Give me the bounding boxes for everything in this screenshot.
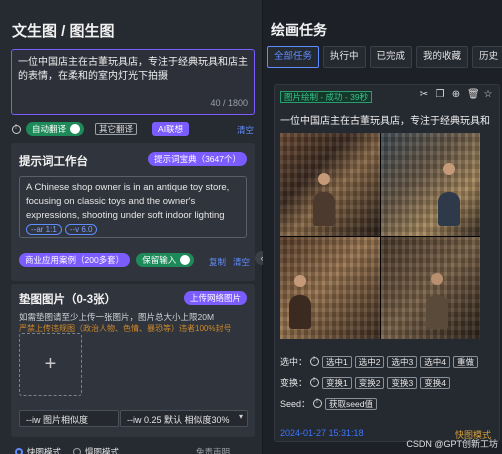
commercial-cases-button[interactable]: 商业应用案例（200多套）	[19, 253, 131, 267]
seed-label: Seed：	[280, 399, 311, 409]
seed-row: Seed： 获取seed值	[280, 397, 377, 410]
vary-row: 变换： 变换1 变换2 变换3 变换4	[280, 376, 450, 389]
watermark: CSDN @GPT创新工坊	[406, 439, 498, 449]
prompt-dictionary-button[interactable]: 提示词宝典（3647个）	[148, 152, 247, 166]
workbench-title: 提示词工作台	[19, 156, 88, 168]
copy-icon[interactable]: ❐	[435, 90, 445, 100]
keep-input-label: 保留输入	[142, 255, 177, 265]
prompt-options-row: 自动翻译 其它翻译 AI联想	[12, 122, 190, 136]
reference-image-card: 垫图图片（0-3张） 上传网络图片 如需垫图请至少上传一张图片，图片总大小上限2…	[11, 284, 255, 437]
task-timestamp: 2024-01-27 15:31:18	[280, 428, 364, 438]
tab-history[interactable]: 历史	[472, 46, 502, 68]
other-translate-button[interactable]: 其它翻译	[95, 123, 138, 135]
keep-input-toggle[interactable]: 保留输入	[136, 253, 195, 267]
auto-translate-label: 自动翻译	[32, 124, 67, 134]
right-panel: 绘画任务 全部任务 执行中 已完成 我的收藏 历史 图片绘制 - 成功 - 39…	[263, 0, 502, 454]
generated-image-grid[interactable]	[280, 133, 480, 339]
tab-completed[interactable]: 已完成	[369, 46, 413, 68]
vary-4-button[interactable]: 变换4	[420, 376, 450, 389]
toggle-knob	[70, 124, 81, 134]
page-title: 文生图 / 图生图	[12, 23, 115, 40]
translated-prompt-text: A Chinese shop owner is in an antique to…	[26, 182, 230, 221]
param-chip-ar[interactable]: --ar 1:1	[26, 224, 62, 235]
fast-mode-label: 快图模式	[27, 447, 62, 454]
select-4-button[interactable]: 选中4	[420, 355, 450, 368]
tab-favorites[interactable]: 我的收藏	[416, 46, 469, 68]
translated-prompt-box[interactable]: A Chinese shop owner is in an antique to…	[19, 176, 247, 238]
clear-prompt-link[interactable]: 清空	[237, 124, 254, 136]
radio-slow-icon[interactable]	[73, 448, 82, 454]
vary-label: 变换：	[280, 378, 308, 388]
scissors-icon[interactable]: ✂	[419, 90, 429, 100]
select-label: 选中：	[280, 357, 308, 367]
iw-value: --iw 0.25 默认 相似度30%	[127, 415, 230, 425]
copy-link[interactable]: 复制	[209, 256, 226, 268]
select-2-button[interactable]: 选中2	[354, 355, 385, 368]
generated-image-2[interactable]	[380, 133, 480, 236]
vary-3-button[interactable]: 变换3	[387, 376, 418, 389]
ai-imagine-button[interactable]: AI联想	[152, 122, 190, 136]
chevron-down-icon: ▾	[238, 412, 243, 421]
prompt-char-count: 40 / 1800	[210, 98, 248, 108]
auto-translate-toggle[interactable]: 自动翻译	[26, 122, 85, 136]
generated-image-1[interactable]	[280, 133, 380, 236]
info-icon	[310, 356, 320, 366]
vary-2-button[interactable]: 变换2	[354, 376, 385, 389]
iw-label-box: --iw 图片相似度	[19, 410, 119, 427]
task-prompt: 一位中国店主在古董玩具店，专注于经典玩具和	[280, 116, 490, 127]
select-3-button[interactable]: 选中3	[387, 355, 418, 368]
select-1-button[interactable]: 选中1	[322, 355, 352, 368]
info-icon	[310, 377, 320, 387]
tab-all[interactable]: 全部任务	[267, 46, 320, 68]
iw-select[interactable]: --iw 0.25 默认 相似度30% ▾	[120, 410, 248, 427]
redo-button[interactable]: 重做	[452, 355, 478, 368]
task-toolbar: ✂ ❐ ⊕ 🗑 ☆	[419, 90, 493, 100]
prompt-text: 一位中国店主在古董玩具店，专注于经典玩具和店主的表情，在柔和的室内灯光下拍摄	[18, 57, 248, 82]
prompt-input[interactable]: 一位中国店主在古董玩具店，专注于经典玩具和店主的表情，在柔和的室内灯光下拍摄 4…	[11, 49, 255, 115]
vary-1-button[interactable]: 变换1	[322, 376, 352, 389]
disclaimer-link[interactable]: 免责声明	[196, 446, 230, 454]
add-image-button[interactable]: +	[19, 333, 82, 396]
get-seed-button[interactable]: 获取seed值	[325, 397, 377, 410]
select-row: 选中： 选中1 选中2 选中3 选中4 重做	[280, 355, 478, 368]
clear-link[interactable]: 清空	[233, 256, 250, 268]
radio-fast-icon[interactable]	[15, 448, 23, 454]
toggle-knob	[180, 255, 191, 265]
status-badge: 图片绘制 - 成功 - 39秒	[280, 91, 373, 103]
task-tabs: 全部任务 执行中 已完成 我的收藏 历史	[267, 46, 502, 68]
tab-running[interactable]: 执行中	[323, 46, 366, 68]
tasks-title: 绘画任务	[271, 22, 327, 38]
prompt-workbench-card: 提示词工作台 提示词宝典（3647个） A Chinese shop owner…	[11, 143, 255, 281]
task-card: 图片绘制 - 成功 - 39秒 ✂ ❐ ⊕ 🗑 ☆ 一位中国店主在古董玩具店，专…	[274, 84, 500, 442]
iw-label: --iw 图片相似度	[26, 415, 88, 425]
star-icon[interactable]: ☆	[483, 90, 493, 100]
param-chip-version[interactable]: --v 6.0	[64, 224, 98, 235]
reference-title: 垫图图片（0-3张）	[19, 294, 117, 306]
left-panel: 文生图 / 图生图 一位中国店主在古董玩具店，专注于经典玩具和店主的表情，在柔和…	[0, 0, 263, 454]
mode-row: 快图模式 慢图模式	[15, 446, 119, 454]
info-icon	[313, 398, 323, 408]
generated-image-3[interactable]	[280, 236, 380, 339]
upload-web-image-button[interactable]: 上传网络图片	[183, 291, 247, 305]
slow-mode-label: 慢图模式	[85, 447, 120, 454]
download-icon[interactable]: ⊕	[451, 90, 461, 100]
upload-hint: 如需垫图请至少上传一张图片，图片总大小上限20M	[19, 312, 215, 322]
workbench-actions: 商业应用案例（200多套） 保留输入	[19, 253, 195, 267]
info-icon	[12, 124, 21, 134]
generated-image-4[interactable]	[380, 236, 480, 339]
plus-icon: +	[44, 353, 57, 375]
delete-icon[interactable]: 🗑	[467, 90, 480, 100]
